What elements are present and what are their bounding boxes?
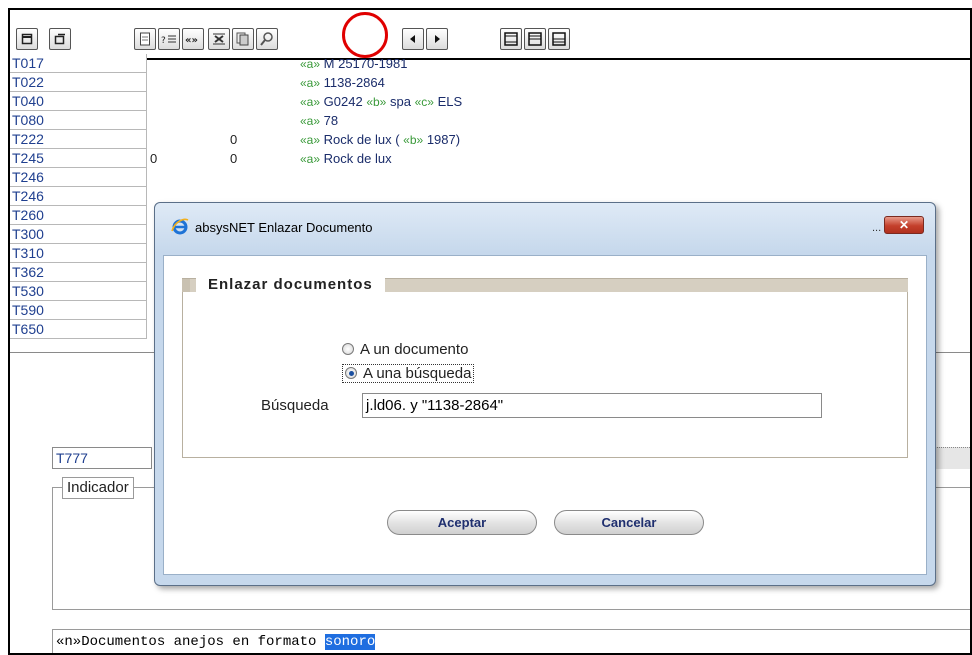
row-tag[interactable]: T246 — [10, 187, 147, 206]
window-icon[interactable] — [16, 28, 38, 50]
row-tag[interactable]: T362 — [10, 263, 147, 282]
row-tag[interactable]: T246 — [10, 168, 147, 187]
selected-text: sonoro — [324, 634, 376, 650]
link-document-dialog: absysNET Enlazar Documento ... ✕ Enlazar… — [154, 202, 936, 586]
dialog-titlebar[interactable]: absysNET Enlazar Documento ... ✕ — [155, 203, 935, 253]
dialog-body: Enlazar documentos A un documento A una … — [163, 255, 927, 575]
table-row[interactable]: T017 «a» M 25170-1981 — [10, 54, 970, 73]
dialog-title-ellipsis: ... — [872, 222, 882, 234]
row-value: «a» Rock de lux ( «b» 1987) — [300, 132, 461, 147]
row-value: «a» G0242 «b» spa «c» ELS — [300, 94, 463, 109]
svg-text:«»: «» — [185, 35, 198, 45]
panel-header-cap — [182, 279, 190, 292]
layout-split-icon[interactable] — [524, 28, 546, 50]
radio-label-document: A un documento — [360, 340, 469, 358]
row-indicator-2: 0 — [230, 132, 238, 147]
table-row[interactable]: T040 «a» G0242 «b» spa «c» ELS — [10, 92, 970, 111]
toolbar: ? «» — [10, 10, 970, 60]
field-text-editor[interactable]: «n»Documentos anejos en formato sonoro — [52, 629, 970, 653]
table-row[interactable]: T222 0 «a» Rock de lux ( «b» 1987) — [10, 130, 970, 149]
arrow-left-icon[interactable] — [402, 28, 424, 50]
close-icon: ✕ — [898, 218, 910, 232]
row-indicator-2: 0 — [230, 151, 238, 166]
layout-full-icon[interactable] — [500, 28, 522, 50]
radio-a-una-busqueda[interactable]: A una búsqueda — [342, 363, 475, 383]
table-row[interactable]: T022 «a» 1138-2864 — [10, 73, 970, 92]
row-value: «a» 1138-2864 — [300, 75, 385, 90]
search-input[interactable]: j.ld06. y "1138-2864" — [362, 393, 822, 418]
table-row[interactable]: T245 0 0 «a» Rock de lux — [10, 149, 970, 168]
radio-button-search[interactable] — [345, 367, 357, 379]
dialog-title: absysNET Enlazar Documento — [195, 220, 373, 235]
svg-text:?: ? — [161, 36, 166, 45]
row-tag[interactable]: T260 — [10, 206, 147, 225]
row-tag[interactable]: T222 — [10, 130, 147, 149]
search-label: Búsqueda — [261, 397, 329, 414]
close-button[interactable]: ✕ — [884, 216, 924, 234]
delete-field-icon[interactable] — [208, 28, 230, 50]
search-icon[interactable] — [256, 28, 278, 50]
row-tag[interactable]: T300 — [10, 225, 147, 244]
row-tag[interactable]: T245 — [10, 149, 147, 168]
field-text: «n»Documentos anejos en formato — [56, 634, 325, 650]
accept-button[interactable]: Aceptar — [387, 510, 537, 535]
copy-document-icon[interactable] — [232, 28, 254, 50]
radio-focus-outline: A una búsqueda — [342, 363, 475, 383]
table-row[interactable]: T080 «a» 78 — [10, 111, 970, 130]
row-tag[interactable]: T017 — [10, 54, 147, 73]
document-icon[interactable] — [134, 28, 156, 50]
row-value: «a» M 25170-1981 — [300, 56, 408, 71]
row-tag[interactable]: T310 — [10, 244, 147, 263]
row-tag[interactable]: T040 — [10, 92, 147, 111]
internet-explorer-icon — [171, 218, 189, 235]
arrow-right-icon[interactable] — [426, 28, 448, 50]
row-tag[interactable]: T080 — [10, 111, 147, 130]
layout-horizontal-icon[interactable] — [548, 28, 570, 50]
panel-title: Enlazar documentos — [196, 272, 385, 298]
row-tag[interactable]: T022 — [10, 73, 147, 92]
list-icon[interactable]: ? — [158, 28, 180, 50]
indicators-legend: Indicador — [62, 477, 134, 499]
radio-label-search: A una búsqueda — [363, 364, 472, 382]
field-tag-input[interactable]: T777 — [52, 447, 152, 469]
row-tag[interactable]: T530 — [10, 282, 147, 301]
row-indicator-1: 0 — [150, 151, 158, 166]
field-bar — [930, 447, 970, 469]
row-value: «a» 78 — [300, 113, 339, 128]
highlight-circle — [342, 12, 388, 58]
table-row[interactable]: T246 — [10, 168, 970, 187]
row-tag[interactable]: T590 — [10, 301, 147, 320]
link-icon[interactable]: «» — [182, 28, 204, 50]
link-panel — [182, 278, 908, 458]
row-tag[interactable]: T650 — [10, 320, 147, 339]
radio-button-document[interactable] — [342, 343, 354, 355]
window-restore-icon[interactable] — [49, 28, 71, 50]
cancel-button[interactable]: Cancelar — [554, 510, 704, 535]
radio-a-un-documento[interactable]: A un documento — [342, 339, 468, 359]
row-value: «a» Rock de lux — [300, 151, 392, 166]
